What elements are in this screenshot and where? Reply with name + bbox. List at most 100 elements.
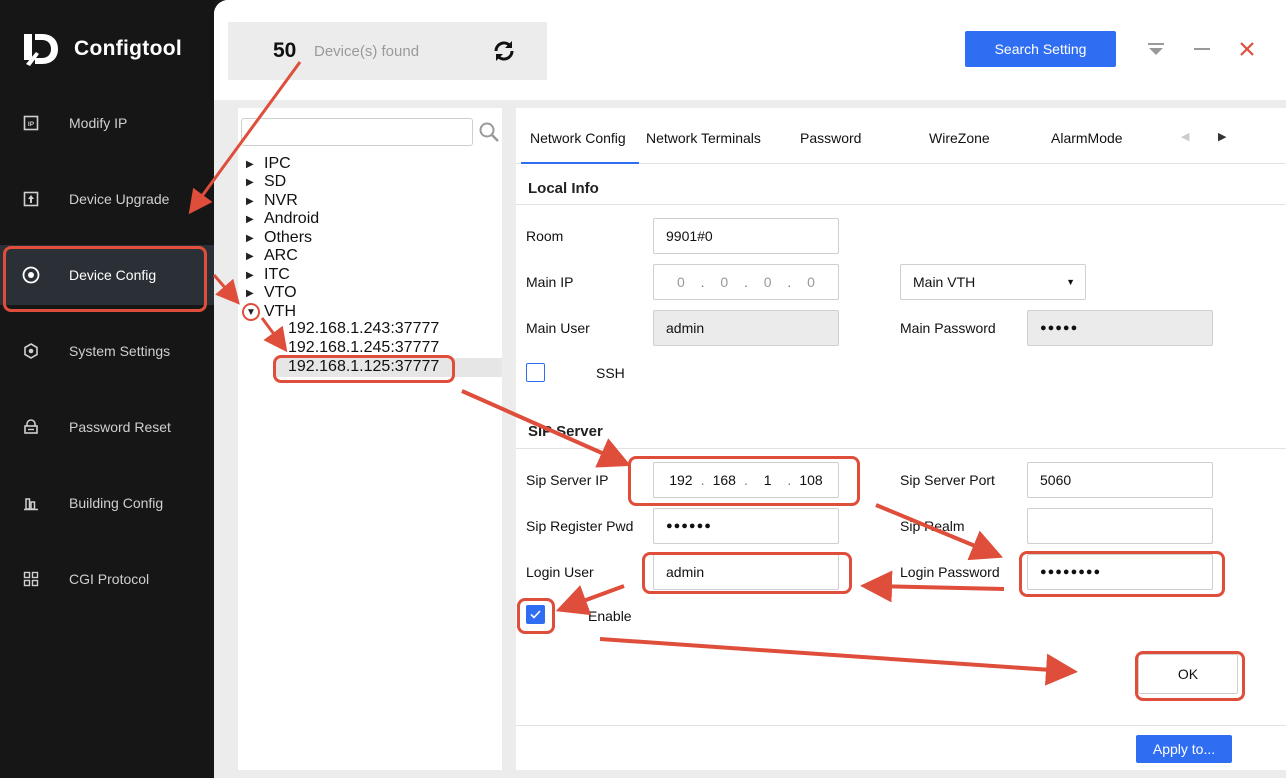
- main-ip-input[interactable]: 0. 0. 0. 0: [653, 264, 839, 300]
- section-title-local-info: Local Info: [528, 180, 599, 197]
- main-user-label: Main User: [526, 320, 590, 336]
- top-bar: 50 Device(s) found Search Setting: [214, 0, 1286, 100]
- sip-server-port-label: Sip Server Port: [900, 472, 995, 488]
- tree-node-others[interactable]: ▶ Others: [246, 229, 312, 247]
- chevron-down-icon: ▼: [1066, 277, 1075, 287]
- main-user-input: admin: [653, 310, 839, 346]
- room-label: Room: [526, 228, 564, 244]
- sidebar: Configtool IP Modify IP Device Upgrade D…: [0, 0, 214, 778]
- sip-register-pwd-label: Sip Register Pwd: [526, 518, 634, 534]
- sip-server-port-input[interactable]: 5060: [1027, 462, 1213, 498]
- check-icon: [530, 610, 541, 619]
- main-ip-label: Main IP: [526, 274, 574, 290]
- target-icon: [22, 266, 40, 284]
- tree-node-ipc[interactable]: ▶ IPC: [246, 155, 291, 173]
- config-panel: Network Config Network Terminals Passwor…: [516, 108, 1286, 770]
- search-setting-button[interactable]: Search Setting: [965, 31, 1116, 67]
- device-count: 50: [273, 39, 297, 62]
- login-password-input[interactable]: ●●●●●●●●: [1027, 554, 1213, 590]
- caret-right-icon: ▶: [246, 176, 254, 188]
- tree-node-nvr[interactable]: ▶ NVR: [246, 192, 298, 210]
- building-icon: [22, 494, 40, 512]
- tree-device-243[interactable]: 192.168.1.243:37777: [288, 320, 439, 338]
- sidebar-item-building-config[interactable]: Building Config: [0, 473, 214, 533]
- sidebar-item-modify-ip[interactable]: IP Modify IP: [0, 93, 214, 153]
- enable-checkbox[interactable]: [526, 605, 545, 624]
- sidebar-item-label: Password Reset: [69, 419, 171, 435]
- tab-prev-icon[interactable]: ◀: [1181, 130, 1189, 143]
- tab-wirezone[interactable]: WireZone: [929, 130, 990, 146]
- tab-alarmmode[interactable]: AlarmMode: [1051, 130, 1123, 146]
- sidebar-item-label: CGI Protocol: [69, 571, 150, 587]
- sidebar-item-device-config[interactable]: Device Config: [0, 245, 214, 305]
- search-icon[interactable]: [478, 121, 500, 143]
- minimize-icon[interactable]: [1191, 38, 1213, 60]
- caret-down-icon: ▼: [246, 306, 256, 318]
- main-vth-select[interactable]: Main VTH ▼: [900, 264, 1086, 300]
- grid-icon: [22, 570, 40, 588]
- ok-button[interactable]: OK: [1138, 654, 1238, 694]
- tree-node-arc[interactable]: ▶ ARC: [246, 247, 298, 265]
- sip-realm-label: Sip Realm: [900, 518, 965, 534]
- tab-bar: Network Config Network Terminals Passwor…: [516, 108, 1286, 164]
- sidebar-item-label: Building Config: [69, 495, 164, 511]
- tree-search-input[interactable]: [241, 118, 473, 146]
- caret-right-icon: ▶: [246, 213, 254, 225]
- tab-network-terminals[interactable]: Network Terminals: [646, 130, 761, 146]
- tree-node-itc[interactable]: ▶ ITC: [246, 266, 290, 284]
- tree-device-125[interactable]: 192.168.1.125:37777: [276, 358, 502, 377]
- app-name: Configtool: [74, 37, 182, 60]
- ssh-checkbox[interactable]: [526, 363, 545, 382]
- tab-network-config[interactable]: Network Config: [530, 130, 626, 146]
- sip-server-ip-input[interactable]: 192. 168. 1. 108: [653, 462, 839, 498]
- sip-server-ip-label: Sip Server IP: [526, 472, 609, 488]
- sip-register-pwd-input[interactable]: ●●●●●●: [653, 508, 839, 544]
- tab-password[interactable]: Password: [800, 130, 861, 146]
- settings-icon: [22, 342, 40, 360]
- sip-realm-input[interactable]: [1027, 508, 1213, 544]
- sidebar-item-label: Device Upgrade: [69, 191, 170, 207]
- login-user-input[interactable]: admin: [653, 554, 839, 590]
- room-input[interactable]: 9901#0: [653, 218, 839, 254]
- tree-node-sd[interactable]: ▶ SD: [246, 173, 286, 191]
- device-count-box: 50 Device(s) found: [228, 22, 547, 80]
- sidebar-item-system-settings[interactable]: System Settings: [0, 321, 214, 381]
- caret-right-icon: ▶: [246, 158, 254, 170]
- tree-device-245[interactable]: 192.168.1.245:37777: [288, 339, 439, 357]
- sidebar-item-label: System Settings: [69, 343, 171, 359]
- divider: [516, 204, 1286, 205]
- device-tree-panel: ▶ IPC ▶ SD ▶ NVR ▶ Android ▶ Others ▶ ARC ▶ ITC…: [238, 108, 502, 770]
- logo-icon: [22, 30, 62, 68]
- caret-right-icon: ▶: [246, 195, 254, 207]
- tree-node-vth[interactable]: ▼ VTH: [246, 303, 296, 321]
- apply-to-button[interactable]: Apply to...: [1136, 735, 1232, 763]
- sidebar-item-label: Modify IP: [69, 115, 128, 131]
- sidebar-item-password-reset[interactable]: Password Reset: [0, 397, 214, 457]
- active-tab-indicator: [521, 162, 639, 164]
- divider: [516, 448, 1286, 449]
- login-password-label: Login Password: [900, 564, 1000, 580]
- tab-next-icon[interactable]: ▶: [1218, 130, 1226, 143]
- tree-node-vto[interactable]: ▶ VTO: [246, 284, 297, 302]
- tree-node-android[interactable]: ▶ Android: [246, 210, 319, 228]
- caret-right-icon: ▶: [246, 250, 254, 262]
- sidebar-item-cgi-protocol[interactable]: CGI Protocol: [0, 549, 214, 609]
- upgrade-icon: [22, 190, 40, 208]
- ssh-label: SSH: [596, 365, 625, 381]
- lock-icon: [22, 418, 40, 436]
- caret-right-icon: ▶: [246, 232, 254, 244]
- caret-right-icon: ▶: [246, 287, 254, 299]
- divider: [516, 725, 1286, 726]
- sidebar-item-device-upgrade[interactable]: Device Upgrade: [0, 169, 214, 229]
- login-user-label: Login User: [526, 564, 594, 580]
- main-password-input: ●●●●●: [1027, 310, 1213, 346]
- app-logo: Configtool: [22, 30, 182, 68]
- close-icon[interactable]: [1236, 38, 1258, 60]
- svg-text:IP: IP: [28, 121, 35, 128]
- refresh-icon[interactable]: [490, 37, 518, 65]
- enable-label: Enable: [588, 608, 632, 624]
- main-password-label: Main Password: [900, 320, 996, 336]
- device-count-label: Device(s) found: [314, 42, 420, 60]
- sidebar-item-label: Device Config: [69, 267, 157, 283]
- collapse-icon[interactable]: [1145, 38, 1167, 60]
